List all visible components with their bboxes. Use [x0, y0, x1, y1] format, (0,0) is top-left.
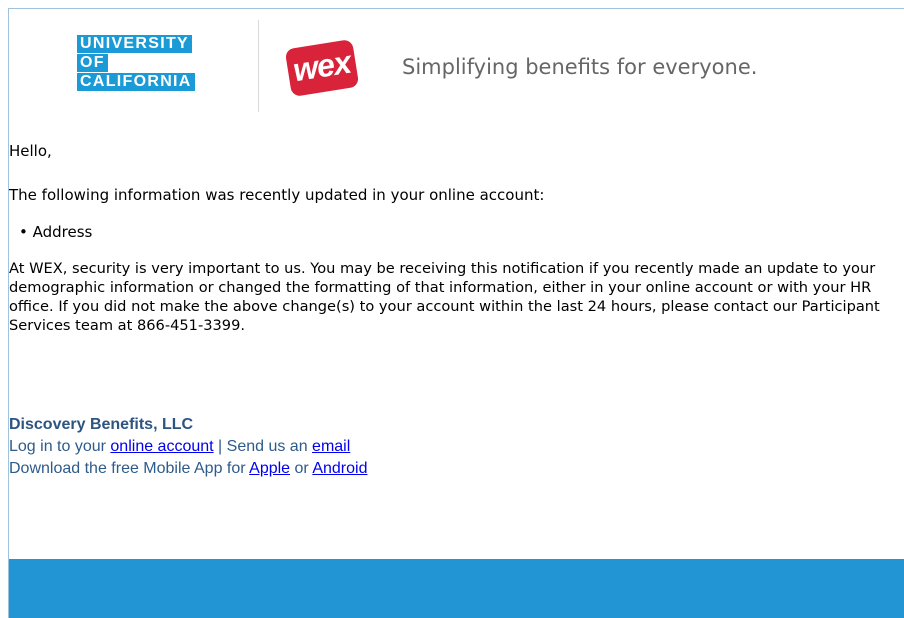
- mobile-app-line: Download the free Mobile App for Apple o…: [9, 458, 367, 480]
- header-divider: [258, 20, 259, 112]
- greeting: Hello,: [9, 142, 52, 160]
- updated-item: • Address: [19, 223, 92, 242]
- security-notice: At WEX, security is very important to us…: [9, 260, 880, 334]
- email-header: UNIVERSITY OF CALIFORNIA wex Simplifying…: [77, 20, 837, 119]
- tagline: Simplifying benefits for everyone.: [402, 55, 758, 79]
- uc-logo-line: CALIFORNIA: [77, 73, 195, 91]
- login-prefix: Log in to your: [9, 438, 111, 455]
- apple-link[interactable]: Apple: [249, 460, 290, 477]
- uc-logo-line: OF: [77, 54, 108, 72]
- footer-band: [9, 559, 904, 618]
- updated-item-label: Address: [32, 223, 93, 241]
- wex-logo: wex: [284, 38, 360, 98]
- email-footer: Discovery Benefits, LLC Log in to your o…: [9, 414, 367, 480]
- online-account-link[interactable]: online account: [110, 438, 213, 455]
- login-line: Log in to your online account | Send us …: [9, 436, 367, 458]
- intro-text: The following information was recently u…: [9, 186, 545, 204]
- email-separator-text: | Send us an: [213, 438, 313, 455]
- wex-logo-text: wex: [290, 43, 353, 88]
- bullet-icon: •: [19, 223, 28, 241]
- company-name: Discovery Benefits, LLC: [9, 416, 194, 433]
- email-link[interactable]: email: [312, 438, 350, 455]
- uc-logo-line: UNIVERSITY: [77, 35, 193, 53]
- android-link[interactable]: Android: [312, 460, 367, 477]
- university-of-california-logo: UNIVERSITY OF CALIFORNIA: [77, 35, 195, 92]
- app-prefix: Download the free Mobile App for: [9, 460, 250, 477]
- or-text: or: [290, 460, 313, 477]
